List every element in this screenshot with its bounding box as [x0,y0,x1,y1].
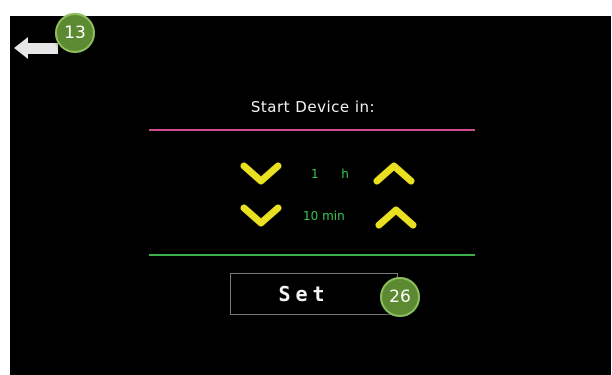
minutes-decrease-button[interactable] [240,203,282,229]
chevron-down-icon [240,162,282,185]
hours-decrease-button[interactable] [240,161,282,187]
chevron-up-icon [375,206,417,229]
back-arrow-icon [14,37,58,59]
hours-increase-button[interactable] [373,160,415,186]
divider-top [149,129,475,131]
minutes-number: 10 [303,209,319,223]
hours-unit: h [341,167,349,181]
page-title: Start Device in: [250,98,376,116]
minutes-value: 10 min [303,209,345,223]
annotation-callout-back: 13 [55,13,95,53]
divider-bottom [149,254,475,256]
annotation-callout-set: 26 [380,277,420,317]
hours-number: 1 [311,167,319,181]
device-screen [10,16,611,375]
chevron-up-icon [373,162,415,185]
minutes-increase-button[interactable] [375,204,417,230]
back-button[interactable] [12,33,62,63]
chevron-down-icon [240,204,282,227]
minutes-unit: min [322,209,345,223]
hours-value: 1 h [311,167,349,181]
set-button[interactable]: Set [230,273,398,315]
